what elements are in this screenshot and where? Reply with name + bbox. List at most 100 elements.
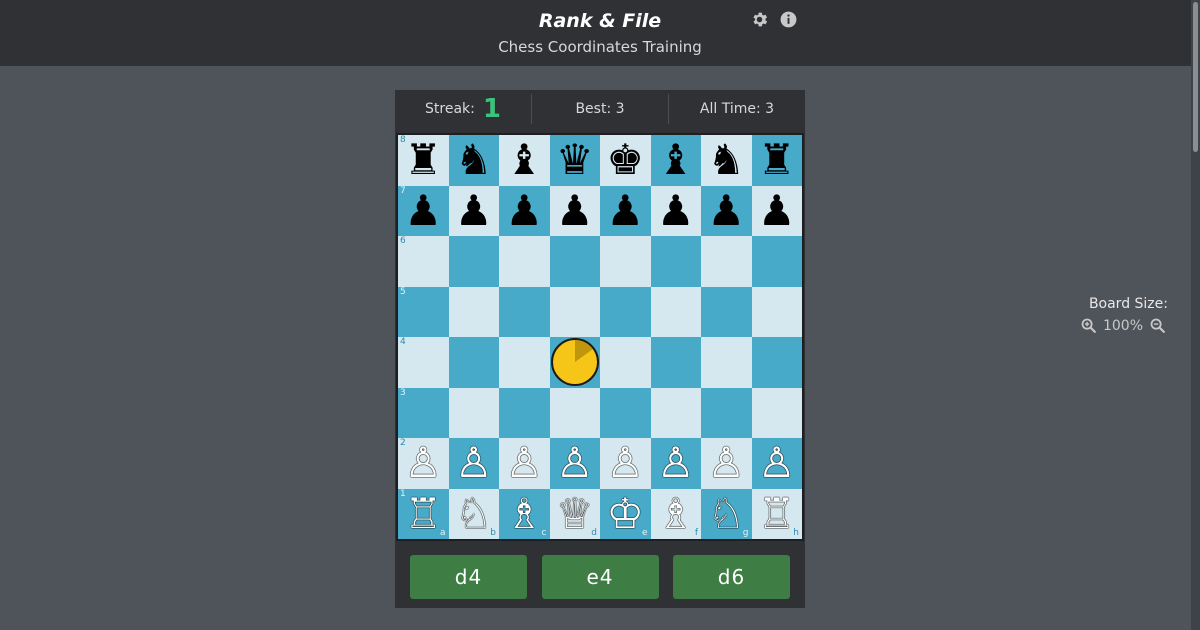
square-d3[interactable]	[550, 388, 601, 439]
target-timer-marker	[550, 337, 600, 387]
scrollbar-thumb[interactable]	[1193, 2, 1198, 152]
rank-label: 4	[400, 338, 406, 347]
chessboard[interactable]: 8♜♞♝♛♚♝♞♜7♟♟♟♟♟♟♟♟65432♙♙♙♙♙♙♙♙1a♖b♘c♗d♕…	[398, 135, 802, 539]
zoom-in-icon[interactable]	[1080, 317, 1097, 334]
square-c5[interactable]	[499, 287, 550, 338]
square-d5[interactable]	[550, 287, 601, 338]
square-c3[interactable]	[499, 388, 550, 439]
square-a2[interactable]: 2♙	[398, 438, 449, 489]
best-label: Best: 3	[575, 101, 624, 117]
answer-button-1[interactable]: d4	[410, 555, 527, 599]
black-piece: ♞	[707, 139, 745, 181]
white-piece: ♙	[455, 442, 493, 484]
square-f8[interactable]: ♝	[651, 135, 702, 186]
square-e4[interactable]	[600, 337, 651, 388]
black-piece: ♟	[505, 190, 543, 232]
square-h1[interactable]: h♖	[752, 489, 803, 540]
black-piece: ♜	[404, 139, 442, 181]
square-h6[interactable]	[752, 236, 803, 287]
rank-label: 8	[400, 136, 406, 145]
white-piece: ♗	[505, 493, 543, 535]
square-d6[interactable]	[550, 236, 601, 287]
square-c7[interactable]: ♟	[499, 186, 550, 237]
square-e6[interactable]	[600, 236, 651, 287]
square-e2[interactable]: ♙	[600, 438, 651, 489]
square-a3[interactable]: 3	[398, 388, 449, 439]
square-a8[interactable]: 8♜	[398, 135, 449, 186]
square-b5[interactable]	[449, 287, 500, 338]
board-size-control: Board Size: 100%	[1070, 296, 1180, 334]
square-f6[interactable]	[651, 236, 702, 287]
answer-button-2[interactable]: e4	[542, 555, 659, 599]
white-piece: ♙	[404, 442, 442, 484]
square-h7[interactable]: ♟	[752, 186, 803, 237]
square-b6[interactable]	[449, 236, 500, 287]
square-h4[interactable]	[752, 337, 803, 388]
square-d1[interactable]: d♕	[550, 489, 601, 540]
square-e8[interactable]: ♚	[600, 135, 651, 186]
square-g6[interactable]	[701, 236, 752, 287]
zoom-out-icon[interactable]	[1149, 317, 1166, 334]
square-f3[interactable]	[651, 388, 702, 439]
white-piece: ♗	[657, 493, 695, 535]
square-g3[interactable]	[701, 388, 752, 439]
square-f4[interactable]	[651, 337, 702, 388]
square-d4[interactable]	[550, 337, 601, 388]
square-e3[interactable]	[600, 388, 651, 439]
square-f7[interactable]: ♟	[651, 186, 702, 237]
square-b3[interactable]	[449, 388, 500, 439]
square-a1[interactable]: 1a♖	[398, 489, 449, 540]
square-d7[interactable]: ♟	[550, 186, 601, 237]
chessboard-frame: 8♜♞♝♛♚♝♞♜7♟♟♟♟♟♟♟♟65432♙♙♙♙♙♙♙♙1a♖b♘c♗d♕…	[396, 133, 804, 541]
square-g7[interactable]: ♟	[701, 186, 752, 237]
gear-icon[interactable]	[750, 10, 769, 29]
page-scrollbar[interactable]	[1191, 0, 1200, 630]
square-a5[interactable]: 5	[398, 287, 449, 338]
zoom-level: 100%	[1103, 318, 1143, 334]
square-a7[interactable]: 7♟	[398, 186, 449, 237]
square-b4[interactable]	[449, 337, 500, 388]
square-g5[interactable]	[701, 287, 752, 338]
square-h8[interactable]: ♜	[752, 135, 803, 186]
white-piece: ♙	[707, 442, 745, 484]
black-piece: ♟	[556, 190, 594, 232]
rank-label: 1	[400, 490, 406, 499]
square-c6[interactable]	[499, 236, 550, 287]
square-c2[interactable]: ♙	[499, 438, 550, 489]
square-d2[interactable]: ♙	[550, 438, 601, 489]
square-f5[interactable]	[651, 287, 702, 338]
square-b7[interactable]: ♟	[449, 186, 500, 237]
square-b2[interactable]: ♙	[449, 438, 500, 489]
rank-label: 5	[400, 288, 406, 297]
square-b8[interactable]: ♞	[449, 135, 500, 186]
square-h2[interactable]: ♙	[752, 438, 803, 489]
square-c1[interactable]: c♗	[499, 489, 550, 540]
square-g4[interactable]	[701, 337, 752, 388]
square-g2[interactable]: ♙	[701, 438, 752, 489]
square-e1[interactable]: e♔	[600, 489, 651, 540]
game-panel: Streak: 1 Best: 3 All Time: 3 8♜♞♝♛♚♝♞♜7…	[395, 90, 805, 608]
square-g1[interactable]: g♘	[701, 489, 752, 540]
square-f1[interactable]: f♗	[651, 489, 702, 540]
square-e5[interactable]	[600, 287, 651, 338]
square-c4[interactable]	[499, 337, 550, 388]
rank-label: 7	[400, 187, 406, 196]
answer-button-3[interactable]: d6	[673, 555, 790, 599]
white-piece: ♙	[556, 442, 594, 484]
white-piece: ♙	[758, 442, 796, 484]
square-a4[interactable]: 4	[398, 337, 449, 388]
square-b1[interactable]: b♘	[449, 489, 500, 540]
square-c8[interactable]: ♝	[499, 135, 550, 186]
all-time-stat: All Time: 3	[668, 94, 805, 124]
square-d8[interactable]: ♛	[550, 135, 601, 186]
square-e7[interactable]: ♟	[600, 186, 651, 237]
black-piece: ♝	[657, 139, 695, 181]
square-f2[interactable]: ♙	[651, 438, 702, 489]
black-piece: ♟	[758, 190, 796, 232]
rank-label: 2	[400, 439, 406, 448]
square-h3[interactable]	[752, 388, 803, 439]
square-g8[interactable]: ♞	[701, 135, 752, 186]
square-a6[interactable]: 6	[398, 236, 449, 287]
info-icon[interactable]	[779, 10, 798, 29]
square-h5[interactable]	[752, 287, 803, 338]
